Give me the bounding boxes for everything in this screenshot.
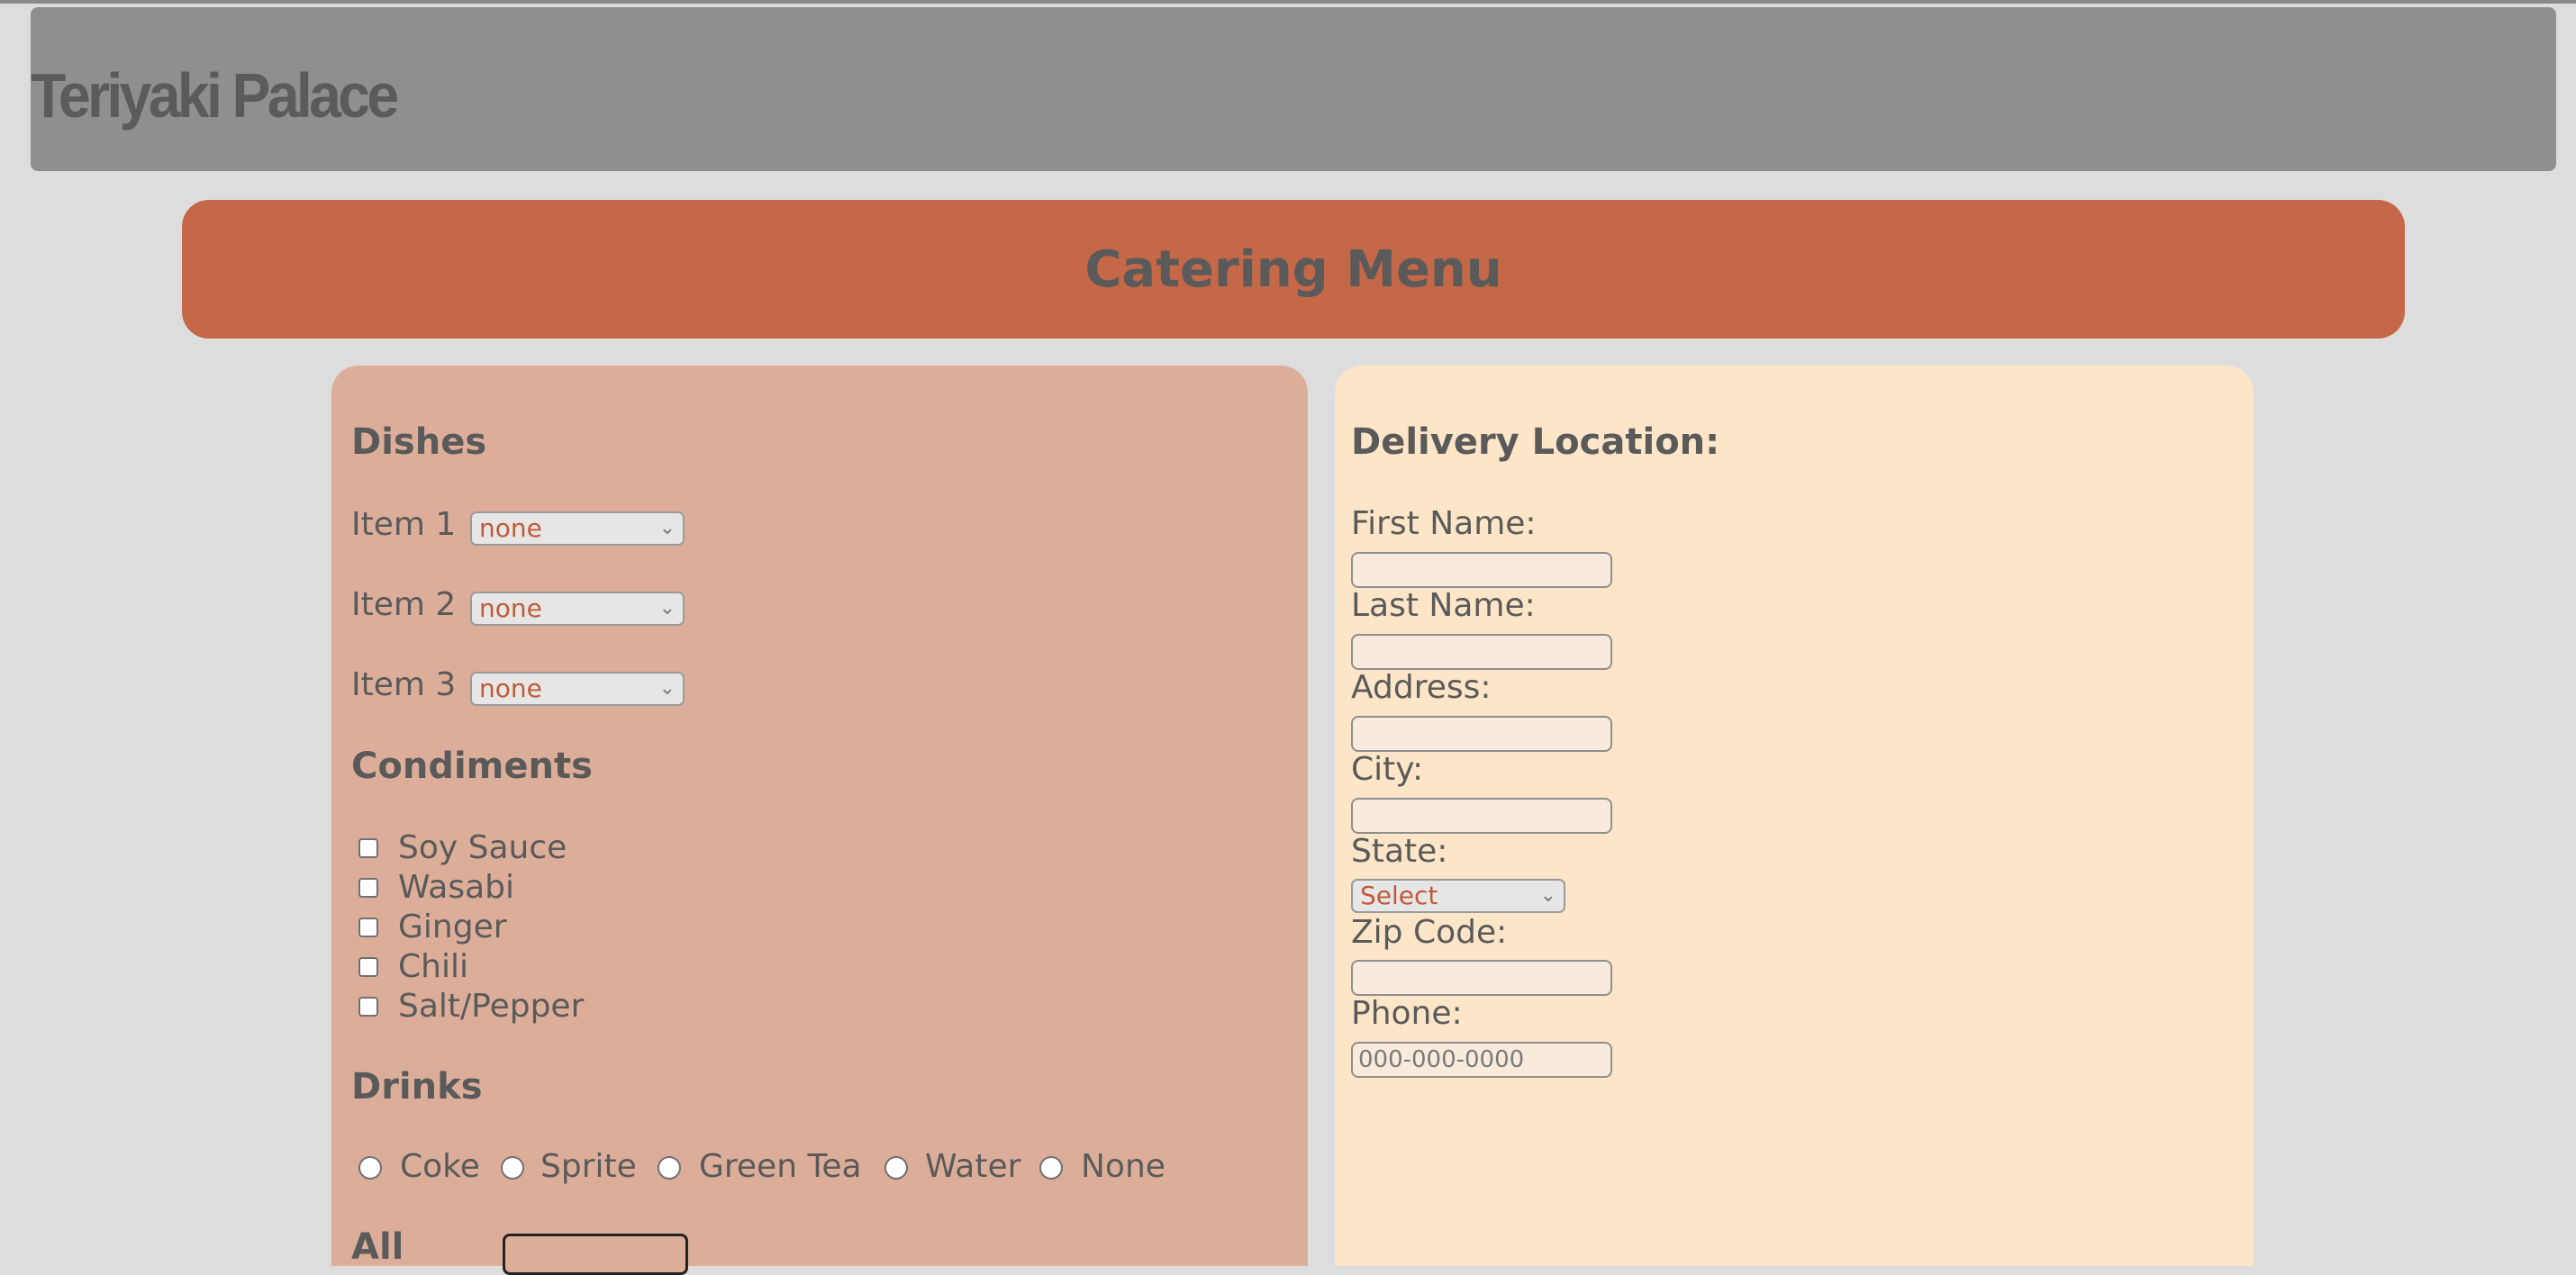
top-border	[0, 0, 2576, 4]
sprite-label: Sprite	[540, 1148, 637, 1185]
item-2-value: none	[479, 593, 542, 623]
soy-sauce-checkbox[interactable]	[358, 838, 378, 858]
order-panel: Dishes Item 1 none ⌄ Item 2 none ⌄ Item …	[331, 366, 1308, 1275]
city-field[interactable]	[1351, 798, 1612, 834]
soy-sauce-label: Soy Sauce	[398, 829, 567, 866]
chevron-down-icon: ⌄	[658, 677, 676, 700]
salt-pepper-label: Salt/Pepper	[398, 988, 585, 1025]
wasabi-checkbox[interactable]	[358, 878, 378, 898]
chili-checkbox[interactable]	[358, 957, 378, 977]
wasabi-label: Wasabi	[398, 869, 515, 906]
catering-banner: Catering Menu	[182, 200, 2405, 339]
city-label: City:	[1351, 751, 1424, 788]
none-label: None	[1081, 1148, 1166, 1185]
page-title: Catering Menu	[1084, 240, 1502, 299]
drinks-heading: Drinks	[351, 1066, 483, 1108]
phone-label: Phone:	[1351, 995, 1463, 1032]
ginger-label: Ginger	[398, 909, 507, 945]
partial-input[interactable]	[503, 1234, 688, 1275]
partial-heading: All	[351, 1226, 404, 1268]
green-tea-radio[interactable]	[658, 1156, 681, 1180]
green-tea-label: Green Tea	[699, 1148, 862, 1185]
coke-label: Coke	[400, 1148, 480, 1185]
first-name-field[interactable]	[1351, 552, 1612, 588]
last-name-field[interactable]	[1351, 634, 1612, 670]
item-3-label: Item 3	[351, 666, 457, 703]
sprite-radio[interactable]	[501, 1156, 524, 1180]
zip-code-field[interactable]	[1351, 960, 1612, 996]
state-select[interactable]: Select ⌄	[1351, 879, 1565, 913]
state-value: Select	[1360, 881, 1438, 910]
phone-placeholder: 000-000-0000	[1358, 1046, 1525, 1073]
zip-code-label: Zip Code:	[1351, 914, 1508, 951]
ginger-checkbox[interactable]	[358, 918, 378, 937]
water-label: Water	[925, 1148, 1021, 1185]
chili-label: Chili	[398, 948, 468, 985]
item-1-value: none	[479, 513, 542, 543]
first-name-label: First Name:	[1351, 505, 1537, 542]
coke-radio[interactable]	[358, 1156, 382, 1180]
delivery-heading: Delivery Location:	[1351, 421, 1720, 463]
brand-title: Teriyaki Palace	[31, 60, 399, 131]
item-3-value: none	[479, 674, 542, 703]
water-radio[interactable]	[884, 1156, 908, 1180]
phone-field[interactable]: 000-000-0000	[1351, 1042, 1612, 1078]
chevron-down-icon: ⌄	[658, 517, 676, 539]
condiments-heading: Condiments	[351, 746, 593, 787]
last-name-label: Last Name:	[1351, 587, 1536, 624]
dishes-heading: Dishes	[351, 421, 487, 463]
address-label: Address:	[1351, 669, 1492, 706]
item-2-label: Item 2	[351, 586, 457, 623]
state-label: State:	[1351, 833, 1448, 870]
item-2-select[interactable]: none ⌄	[470, 592, 685, 626]
item-3-select[interactable]: none ⌄	[470, 672, 685, 706]
delivery-panel: Delivery Location: First Name: Last Name…	[1335, 366, 2254, 1266]
item-1-label: Item 1	[351, 506, 457, 543]
address-field[interactable]	[1351, 716, 1612, 752]
site-header: Teriyaki Palace	[31, 7, 2556, 171]
salt-pepper-checkbox[interactable]	[358, 997, 378, 1017]
none-radio[interactable]	[1039, 1156, 1063, 1180]
chevron-down-icon: ⌄	[658, 597, 676, 619]
item-1-select[interactable]: none ⌄	[470, 511, 685, 546]
chevron-down-icon: ⌄	[1539, 884, 1556, 907]
